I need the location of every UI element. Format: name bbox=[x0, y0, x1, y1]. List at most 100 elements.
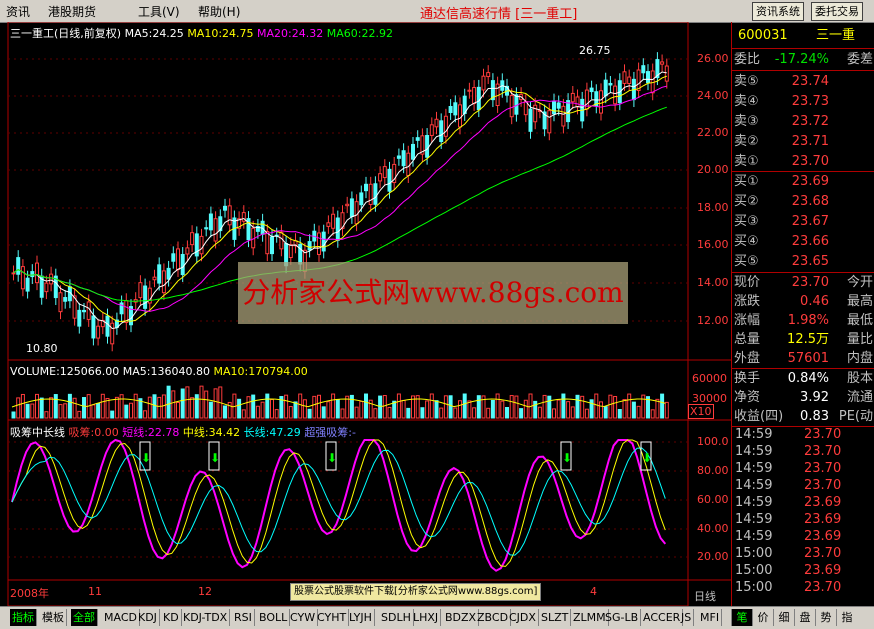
time-axis-label: 12 bbox=[198, 585, 212, 598]
volume-bar bbox=[251, 394, 256, 419]
sell-row[interactable]: 卖① 23.70 bbox=[732, 152, 874, 171]
tab-lyjh[interactable]: LYJH bbox=[347, 609, 375, 626]
price-axis-label: 16.00 bbox=[697, 238, 729, 251]
panel-tab-index[interactable]: 指 bbox=[836, 609, 857, 626]
tab-sdlh[interactable]: SDLH bbox=[379, 609, 414, 626]
volume-bar bbox=[166, 385, 171, 419]
menu-news[interactable]: 资讯 bbox=[6, 3, 30, 20]
sell-row[interactable]: 卖⑤ 23.74 bbox=[732, 72, 874, 91]
chart-area[interactable]: ⬇ ⬇ ⬇ ⬇ ⬇ 三一重工(日线,前复权) MA5:24.25 MA10:24.75 … bbox=[0, 22, 731, 606]
candle-body bbox=[161, 270, 166, 294]
sell-row[interactable]: 卖② 23.71 bbox=[732, 132, 874, 151]
tab-kd[interactable]: KD bbox=[161, 609, 182, 626]
signal-arrow-icon: ⬇ bbox=[642, 451, 652, 465]
tab-sg-lb[interactable]: SG-LB bbox=[603, 609, 642, 626]
volume-bar bbox=[439, 407, 444, 419]
info-system-button[interactable]: 资讯系统 bbox=[752, 2, 804, 21]
volume-bar bbox=[556, 399, 561, 419]
candle-body bbox=[359, 192, 364, 206]
tab-rsi[interactable]: RSI bbox=[232, 609, 255, 626]
volume-bar bbox=[359, 400, 364, 419]
sell-row[interactable]: 卖④ 23.73 bbox=[732, 92, 874, 111]
indicator-long: 长线:47.29 bbox=[243, 426, 301, 439]
candle-body bbox=[660, 61, 665, 65]
tick-price: 23.70 bbox=[804, 427, 842, 442]
volume-bar bbox=[627, 393, 632, 419]
tab-kdj[interactable]: KDJ bbox=[136, 609, 160, 626]
volume-bar bbox=[636, 405, 641, 419]
volume-bar bbox=[237, 398, 242, 419]
tab-indicator[interactable]: 指标 bbox=[10, 609, 37, 626]
signal-arrow-icon: ⬇ bbox=[562, 451, 572, 465]
candle-body bbox=[373, 183, 378, 205]
volume-bar bbox=[190, 397, 195, 419]
tab-accer[interactable]: ACCER bbox=[641, 609, 684, 626]
candle-body bbox=[552, 100, 556, 115]
panel-tab-detail[interactable]: 细 bbox=[773, 609, 794, 626]
tab-js[interactable]: JS bbox=[679, 609, 695, 626]
time-axis-label: 2008年 bbox=[10, 587, 49, 600]
buy-row[interactable]: 买④ 23.66 bbox=[732, 232, 874, 251]
tick-time: 14:59 bbox=[735, 427, 773, 442]
indicator-super: 超强吸筹:- bbox=[304, 426, 356, 439]
buy-row[interactable]: 买② 23.68 bbox=[732, 192, 874, 211]
tick-row: 14:59 23.70 bbox=[732, 460, 874, 478]
tab-lhxj[interactable]: LHXJ bbox=[411, 609, 442, 626]
period-label[interactable]: 日线 bbox=[694, 588, 716, 604]
volume-bar bbox=[157, 396, 162, 419]
tab-cyw[interactable]: CYW bbox=[288, 609, 319, 626]
tick-time: 14:59 bbox=[735, 444, 773, 459]
tab-boll[interactable]: BOLL bbox=[257, 609, 291, 626]
tab-bdzx[interactable]: BDZX bbox=[443, 609, 480, 626]
volume-bar bbox=[143, 410, 148, 419]
tab-zbcd[interactable]: ZBCD bbox=[475, 609, 512, 626]
price-axis-label: 24.00 bbox=[697, 89, 729, 102]
ma10-label: MA10:24.75 bbox=[187, 27, 254, 40]
menu-tools[interactable]: 工具(V) bbox=[138, 3, 180, 20]
tab-macd[interactable]: MACD bbox=[102, 609, 140, 626]
volume-bar bbox=[35, 393, 39, 419]
stat-row: 外盘 57601 内盘 bbox=[732, 349, 874, 368]
volume-bar bbox=[462, 393, 467, 419]
tick-price: 23.70 bbox=[804, 546, 842, 561]
panel-tab-trend[interactable]: 势 bbox=[815, 609, 836, 626]
volume-bar bbox=[335, 399, 340, 419]
tab-mfi[interactable]: MFI bbox=[698, 609, 723, 626]
candle-body bbox=[288, 244, 293, 259]
stat-value: 0.83 bbox=[800, 409, 829, 424]
menu-help[interactable]: 帮助(H) bbox=[198, 3, 240, 20]
tab-cyht[interactable]: CYHT bbox=[315, 609, 350, 626]
candle-body bbox=[575, 96, 580, 108]
tick-time: 15:00 bbox=[735, 580, 773, 595]
tab-cjdx[interactable]: CJDX bbox=[507, 609, 539, 626]
trade-button[interactable]: 委托交易 bbox=[811, 2, 863, 21]
candle-body bbox=[646, 71, 650, 84]
volume-bar bbox=[434, 400, 439, 419]
buy-price: 23.66 bbox=[791, 234, 829, 249]
candle-body bbox=[11, 272, 16, 275]
volume-bar bbox=[49, 397, 54, 419]
footer-banner-link[interactable]: 股票公式股票软件下载[分析家公式网www.88gs.com] bbox=[290, 583, 542, 601]
tab-slzt[interactable]: SLZT bbox=[539, 609, 572, 626]
panel-tab-book[interactable]: 盘 bbox=[794, 609, 815, 626]
panel-tab-price[interactable]: 价 bbox=[752, 609, 773, 626]
volume-bar bbox=[44, 411, 49, 419]
volume-bar bbox=[631, 401, 636, 419]
watermark: 分析家公式网www.88gs.com bbox=[238, 262, 628, 324]
volume-bar bbox=[382, 395, 387, 419]
volume-bar bbox=[580, 395, 585, 419]
buy-row[interactable]: 买① 23.69 bbox=[732, 172, 874, 191]
tab-kdj-tdx[interactable]: KDJ-TDX bbox=[181, 609, 231, 626]
tab-all[interactable]: 全部 bbox=[71, 609, 98, 626]
buy-row[interactable]: 买③ 23.67 bbox=[732, 212, 874, 231]
sell-row[interactable]: 卖③ 23.72 bbox=[732, 112, 874, 131]
stat-row: 总量 12.5万 量比 bbox=[732, 330, 874, 349]
tab-template[interactable]: 模板 bbox=[40, 609, 67, 626]
tick-price: 23.70 bbox=[804, 444, 842, 459]
menu-hk-futures[interactable]: 港股期货 bbox=[48, 3, 96, 20]
indicator-axis-label: 40.00 bbox=[697, 522, 729, 535]
panel-tab-trades[interactable]: 笔 bbox=[731, 609, 752, 626]
volume-bar bbox=[246, 396, 251, 419]
buy-row[interactable]: 买⑤ 23.65 bbox=[732, 252, 874, 271]
stat-label: 涨跌 bbox=[734, 294, 761, 309]
